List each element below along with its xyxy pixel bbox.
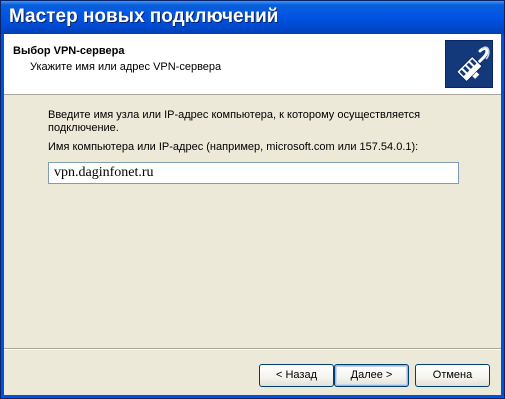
button-separator [4,348,501,350]
wizard-body: Введите имя узла или IP-адрес компьютера… [4,95,501,348]
window-frame-left [1,34,4,398]
title-bar[interactable]: Мастер новых подключений [1,1,504,34]
page-subtitle: Укажите имя или адрес VPN-сервера [30,61,222,73]
host-input[interactable] [48,162,459,184]
window-frame-right [501,34,504,398]
cancel-button[interactable]: Отмена [415,364,490,387]
wizard-window: Мастер новых подключений Выбор VPN-серве… [0,0,505,399]
instruction-text: Введите имя узла или IP-адрес компьютера… [48,109,421,134]
wizard-header: Выбор VPN-сервера Укажите имя или адрес … [4,34,501,95]
window-frame-bottom [1,395,504,398]
next-button[interactable]: Далее > [334,364,409,387]
window-title: Мастер новых подключений [9,6,279,27]
page-title: Выбор VPN-сервера [13,45,125,57]
network-cable-icon [445,40,493,88]
host-field-label: Имя компьютера или IP-адрес (например, m… [48,141,419,153]
back-button[interactable]: < Назад [259,364,334,387]
